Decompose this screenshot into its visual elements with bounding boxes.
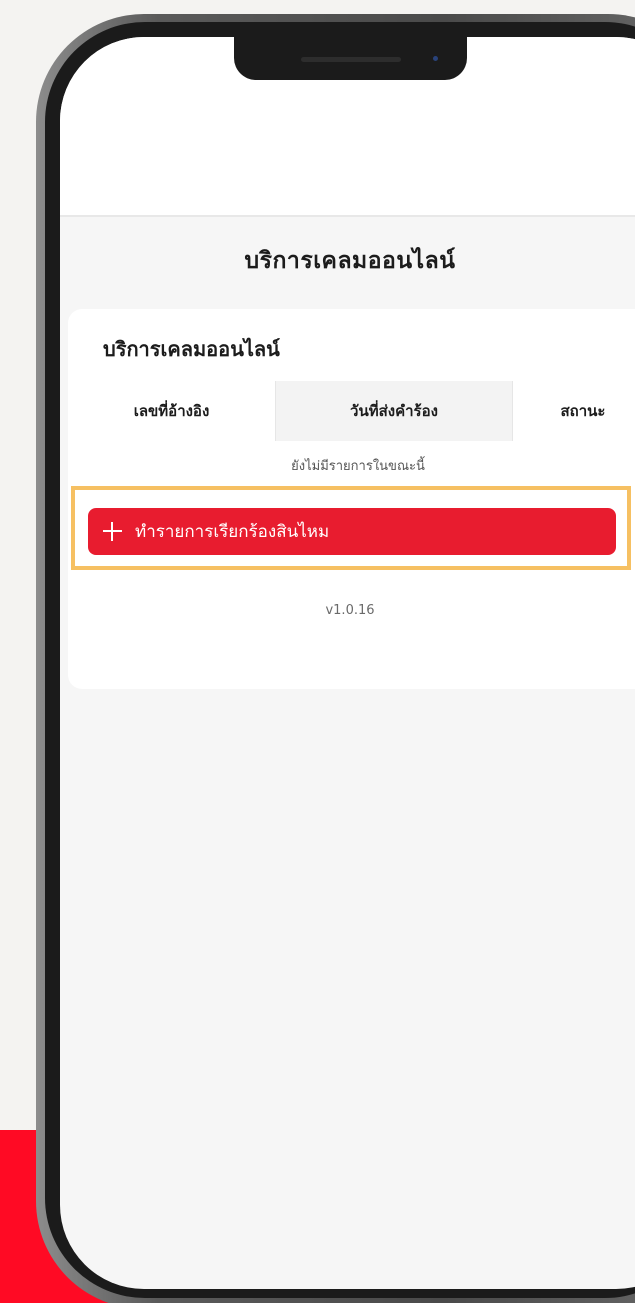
column-header-reference[interactable]: เลขที่อ้างอิง	[68, 381, 276, 441]
column-header-submitted-date[interactable]: วันที่ส่งคำร้อง	[276, 381, 513, 441]
card-title: บริการเคลมออนไลน์	[103, 337, 280, 361]
column-header-status[interactable]: สถานะ	[513, 381, 635, 441]
claims-table-header: เลขที่อ้างอิง วันที่ส่งคำร้อง สถานะ	[68, 381, 635, 441]
plus-icon	[103, 522, 122, 541]
app-version: v1.0.16	[325, 603, 375, 618]
empty-state-message: ยังไม่มีรายการในขณะนี้	[291, 459, 425, 474]
page-title: บริการเคลมออนไลน์	[244, 248, 456, 274]
phone-notch	[234, 37, 467, 80]
phone-screen: บริการเคลมออนไลน์ บริการเคลมออนไลน์ เลขท…	[60, 37, 635, 1289]
new-claim-label: ทำรายการเรียกร้องสินไหม	[135, 522, 330, 542]
new-claim-button[interactable]: ทำรายการเรียกร้องสินไหม	[88, 508, 616, 555]
screenshot-stage: บริการเคลมออนไลน์ บริการเคลมออนไลน์ เลขท…	[0, 0, 635, 1303]
speaker-grille	[301, 57, 401, 62]
front-camera	[433, 56, 438, 61]
